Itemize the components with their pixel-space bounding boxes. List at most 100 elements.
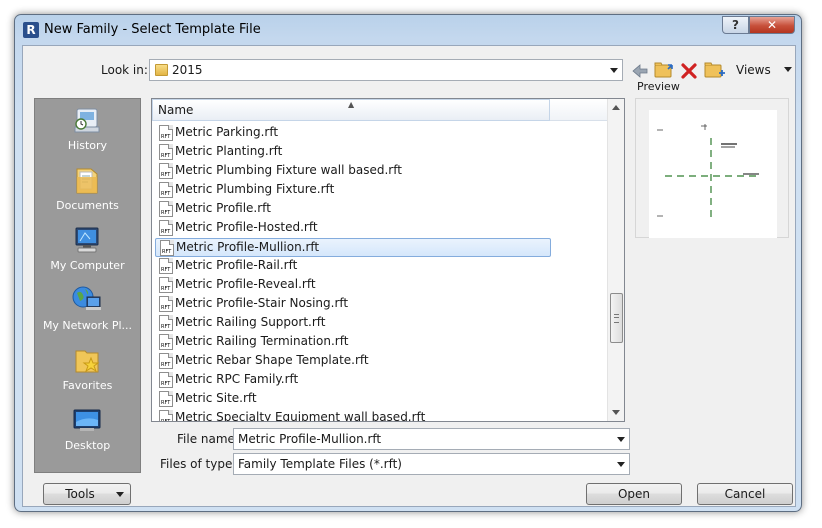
views-chevron-down-icon — [783, 67, 792, 72]
file-row[interactable]: RFT Metric Profile-Mullion.rft — [155, 238, 551, 257]
place-documents[interactable]: Documents — [35, 159, 140, 219]
file-row[interactable]: RFT Metric Profile-Reveal.rft — [155, 276, 551, 295]
delete-icon[interactable] — [679, 61, 699, 81]
file-row[interactable]: RFT Metric Profile-Hosted.rft — [155, 219, 551, 238]
documents-icon — [71, 165, 103, 195]
folder-icon — [155, 64, 168, 76]
rft-file-icon: RFT — [159, 353, 173, 369]
open-button[interactable]: Open — [586, 483, 682, 505]
file-row[interactable]: RFT Metric Site.rft — [155, 390, 551, 409]
place-history[interactable]: History — [35, 99, 140, 159]
file-name: Metric Parking.rft — [175, 125, 279, 139]
rft-file-icon: RFT — [159, 296, 173, 312]
place-my-computer[interactable]: My Computer — [35, 219, 140, 279]
views-label: Views — [736, 63, 771, 77]
network-icon — [71, 285, 103, 315]
file-row[interactable]: RFT Metric Profile-Rail.rft — [155, 257, 551, 276]
file-name: Metric Profile-Reveal.rft — [175, 277, 316, 291]
place-label: My Network Pl... — [42, 319, 133, 332]
column-header-blank — [550, 99, 607, 121]
rft-file-icon: RFT — [159, 315, 173, 331]
file-row[interactable]: RFT Metric Specialty Equipment wall based… — [155, 409, 551, 422]
place-label: Favorites — [62, 379, 113, 392]
scroll-down-icon[interactable] — [612, 410, 620, 415]
file-name: Metric Profile.rft — [175, 201, 271, 215]
file-type-value: Family Template Files (*.rft) — [238, 457, 402, 471]
vertical-scrollbar[interactable] — [607, 99, 624, 421]
file-name-label: File name: — [177, 432, 239, 446]
chevron-down-icon[interactable] — [617, 437, 625, 442]
file-type-select[interactable]: Family Template Files (*.rft) — [233, 453, 630, 475]
file-row[interactable]: RFT Metric RPC Family.rft — [155, 371, 551, 390]
window-title: New Family - Select Template File — [44, 22, 261, 37]
file-row[interactable]: RFT Metric Parking.rft — [155, 124, 551, 143]
preview-image — [649, 110, 777, 238]
rft-file-icon: RFT — [159, 144, 173, 160]
rft-file-icon: RFT — [159, 258, 173, 274]
favorites-icon — [71, 345, 103, 375]
place-favorites[interactable]: Favorites — [35, 339, 140, 399]
place-desktop[interactable]: Desktop — [35, 399, 140, 459]
tools-button[interactable]: Tools — [43, 483, 131, 505]
file-name: Metric Profile-Hosted.rft — [175, 220, 318, 234]
file-name: Metric Profile-Rail.rft — [175, 258, 298, 272]
chevron-down-icon — [116, 492, 124, 497]
cancel-button[interactable]: Cancel — [697, 483, 793, 505]
look-in-combo[interactable]: 2015 — [149, 59, 623, 81]
revit-app-icon: R — [23, 22, 39, 38]
file-list[interactable]: Name ▲ RFT Metric Parking.rft RFT Metric Pl… — [151, 98, 625, 422]
help-button[interactable]: ? — [722, 16, 749, 34]
preview-label: Preview — [637, 80, 680, 93]
cancel-label: Cancel — [724, 487, 766, 501]
file-row[interactable]: RFT Metric Plumbing Fixture wall based.rf… — [155, 162, 551, 181]
file-row[interactable]: RFT Metric Profile-Stair Nosing.rft — [155, 295, 551, 314]
file-row[interactable]: RFT Metric Planting.rft — [155, 143, 551, 162]
rft-file-icon: RFT — [159, 410, 173, 421]
rft-file-icon: RFT — [159, 277, 173, 293]
place-my-network[interactable]: My Network Pl... — [35, 279, 140, 339]
file-name: Metric RPC Family.rft — [175, 372, 299, 386]
title-bar[interactable]: R New Family - Select Template File ? ✕ — [15, 15, 801, 45]
rft-file-icon: RFT — [159, 163, 173, 179]
file-name: Metric Railing Support.rft — [175, 315, 326, 329]
desktop-icon — [71, 405, 103, 435]
chevron-down-icon — [610, 68, 618, 73]
file-row[interactable]: RFT Metric Rebar Shape Template.rft — [155, 352, 551, 371]
look-in-value: 2015 — [172, 63, 203, 77]
close-button[interactable]: ✕ — [749, 16, 795, 34]
back-icon[interactable] — [630, 61, 650, 81]
sort-ascending-icon: ▲ — [348, 100, 355, 109]
file-type-label: Files of type: — [160, 457, 237, 471]
file-name: Metric Specialty Equipment wall based.rf… — [175, 410, 426, 422]
scroll-up-icon[interactable] — [612, 105, 620, 110]
up-folder-icon[interactable] — [653, 59, 673, 79]
rft-file-icon: RFT — [159, 125, 173, 141]
scroll-thumb[interactable] — [610, 293, 623, 343]
file-row[interactable]: RFT Metric Profile.rft — [155, 200, 551, 219]
file-name: Metric Profile-Mullion.rft — [176, 240, 320, 254]
look-in-label: Look in: — [101, 63, 148, 77]
rft-file-icon: RFT — [159, 391, 173, 407]
column-header-name[interactable]: Name ▲ — [152, 99, 550, 121]
rft-file-icon: RFT — [159, 182, 173, 198]
views-button[interactable]: Views — [736, 63, 793, 77]
file-name: Metric Profile-Stair Nosing.rft — [175, 296, 349, 310]
place-label: Desktop — [64, 439, 111, 452]
places-bar: History Documents My Computer My Network… — [34, 98, 141, 473]
place-label: My Computer — [50, 259, 125, 272]
column-header-label: Name — [158, 103, 194, 117]
rft-file-icon: RFT — [159, 334, 173, 350]
computer-icon — [71, 225, 103, 255]
dialog-body: Look in: 2015 Views History Documents My… — [22, 45, 796, 507]
history-icon — [71, 105, 103, 135]
tools-label: Tools — [65, 487, 95, 501]
file-name: Metric Plumbing Fixture wall based.rft — [175, 163, 402, 177]
file-name-value: Metric Profile-Mullion.rft — [238, 432, 382, 446]
rft-file-icon: RFT — [159, 201, 173, 217]
file-row[interactable]: RFT Metric Railing Support.rft — [155, 314, 551, 333]
open-label: Open — [617, 487, 651, 501]
file-row[interactable]: RFT Metric Plumbing Fixture.rft — [155, 181, 551, 200]
file-row[interactable]: RFT Metric Railing Termination.rft — [155, 333, 551, 352]
file-name-input[interactable]: Metric Profile-Mullion.rft — [233, 428, 630, 450]
new-folder-icon[interactable] — [703, 59, 725, 79]
